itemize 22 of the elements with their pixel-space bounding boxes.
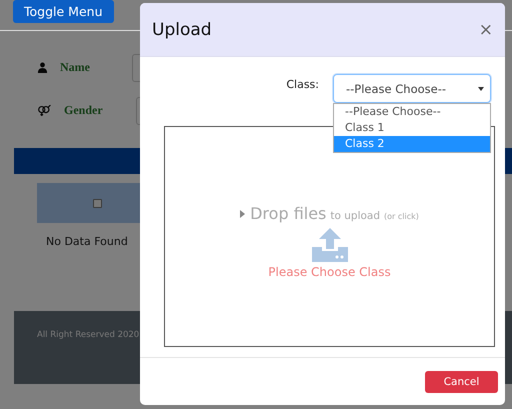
class-select[interactable]: --Please Choose-- — [333, 74, 491, 103]
cancel-button[interactable]: Cancel — [425, 370, 498, 392]
field-label: Name — [60, 60, 91, 75]
user-icon — [37, 62, 48, 73]
drop-hint: to upload — [330, 210, 380, 222]
gender-icon — [37, 105, 52, 116]
drop-title: Drop files — [250, 204, 326, 223]
toggle-menu-button[interactable]: Toggle Menu — [13, 0, 114, 23]
drop-note: (or click) — [384, 212, 419, 221]
empty-message: No Data Found — [46, 235, 129, 248]
class-label: Class: — [286, 77, 319, 93]
dialog-title: Upload — [152, 20, 212, 40]
close-button[interactable]: × — [478, 20, 493, 40]
caret-icon — [478, 86, 484, 90]
error-message: Please Choose Class — [268, 265, 391, 279]
upload-icon — [312, 228, 348, 262]
triangle-icon — [240, 210, 246, 218]
dropdown-option[interactable]: Class 2 — [334, 136, 490, 152]
checkbox[interactable] — [92, 198, 102, 208]
field-label: Gender — [64, 103, 104, 118]
copyright-text: All Right Reserved 2020 — [37, 330, 140, 340]
dropdown-option[interactable]: --Please Choose-- — [334, 104, 490, 120]
